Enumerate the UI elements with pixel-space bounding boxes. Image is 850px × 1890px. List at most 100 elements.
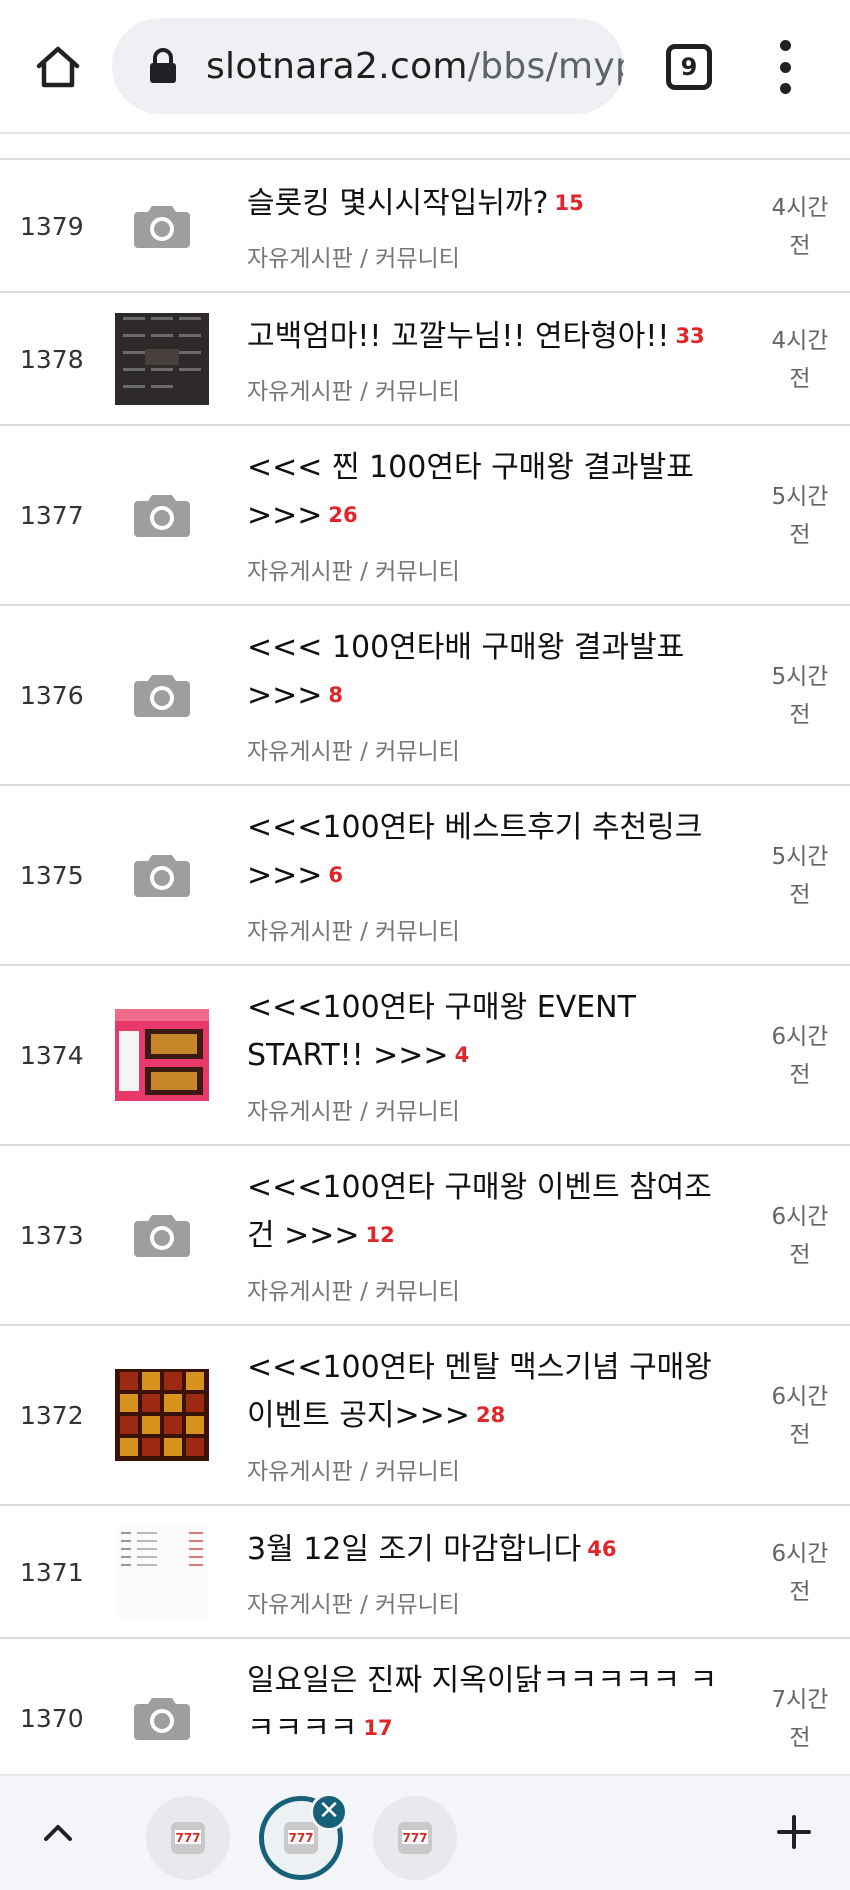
post-row[interactable]: 1371 3월 12일 조기 마감합니다 46 자유게시판 / 커뮤니티 6시간 전 [0, 1506, 850, 1639]
post-title: 고백엄마!! 꼬깔누님!! 연타형아!! [247, 319, 670, 354]
post-time-value: 5시간 [771, 484, 829, 510]
camera-icon [134, 1694, 190, 1744]
post-title-link[interactable]: <<< 100연타배 구매왕 결과발표 >>> 8 [247, 624, 737, 721]
post-row[interactable]: 1374 <<<100연타 구매왕 EVENT START!! >>> 4 자유게시판… [0, 966, 850, 1146]
post-number: 1371 [20, 1557, 84, 1587]
home-icon [36, 46, 80, 88]
post-title-link[interactable]: <<<100연타 구매왕 EVENT START!! >>> 4 [247, 984, 737, 1081]
menu-dot-icon [779, 40, 791, 51]
post-row[interactable]: 1378 고백엄마!! 꼬깔누님!! 연타형아!! 33 자유게시판 / 커뮤니티 4시… [0, 293, 850, 426]
tab-count: 9 [680, 53, 698, 81]
post-time-value: 7시간 [771, 1687, 829, 1713]
post-number: 1370 [20, 1704, 84, 1733]
comment-count: 17 [363, 1715, 393, 1740]
post-title-link[interactable]: 고백엄마!! 꼬깔누님!! 연타형아!! 33 [247, 313, 737, 362]
post-thumbnail[interactable] [115, 1369, 209, 1463]
post-number: 1377 [20, 501, 84, 530]
post-thumbnail[interactable] [115, 649, 209, 743]
post-row[interactable]: 1373 <<<100연타 구매왕 이벤트 참여조건 >>> 12 자유게시판 / 커… [0, 1146, 850, 1326]
tab-thumbnail-1[interactable]: 777 [146, 1796, 230, 1880]
camera-icon [134, 202, 190, 252]
post-time-suffix: 전 [789, 232, 811, 259]
post-row[interactable]: 1375 <<<100연타 베스트후기 추천링크 >>> 6 자유게시판 / 커뮤니티… [0, 786, 850, 966]
slot-machine-icon: 777 [171, 1822, 205, 1854]
post-title: 슬롯킹 몇시시작입뉘까? [247, 186, 549, 221]
post-title: <<<100연타 구매왕 이벤트 참여조건 >>> [247, 1170, 712, 1253]
expand-tabs-button[interactable] [36, 1810, 80, 1854]
post-number: 1379 [20, 211, 84, 241]
post-title: <<<100연타 구매왕 EVENT START!! >>> [247, 990, 636, 1073]
comment-count: 26 [328, 502, 358, 527]
post-category: 자유게시판 / 커뮤니티 [247, 246, 460, 272]
post-number: 1372 [20, 1401, 84, 1430]
post-title-link[interactable]: 3월 12일 조기 마감합니다 46 [247, 1526, 737, 1575]
slot-machine-icon: 777 [398, 1822, 432, 1854]
tab-switcher-button[interactable]: 9 [666, 44, 712, 90]
post-title-link[interactable]: <<<100연타 멘탈 맥스기념 구매왕 이벤트 공지>>> 28 [247, 1344, 737, 1441]
post-category: 자유게시판 / 커뮤니티 [247, 379, 460, 405]
post-thumbnail[interactable] [115, 829, 209, 923]
post-image [115, 1525, 209, 1620]
more-menu-button[interactable] [770, 40, 800, 94]
post-category: 자유게시판 / 커뮤니티 [247, 1279, 460, 1305]
post-time-value: 4시간 [771, 194, 829, 221]
svg-text:777: 777 [288, 1831, 313, 1845]
tab-thumbnail-2-active[interactable]: 777 ✕ [259, 1793, 348, 1880]
post-time-suffix: 전 [789, 1242, 811, 1268]
menu-dot-icon [779, 61, 791, 73]
post-time-suffix: 전 [789, 1578, 811, 1605]
post-time-suffix: 전 [789, 1422, 811, 1448]
camera-icon [134, 491, 190, 541]
post-title-link[interactable]: 슬롯킹 몇시시작입뉘까? 15 [247, 180, 737, 229]
close-tab-button[interactable]: ✕ [310, 1793, 348, 1831]
post-title-link[interactable]: <<<100연타 베스트후기 추천링크 >>> 6 [247, 804, 737, 901]
svg-text:777: 777 [175, 1831, 200, 1845]
comment-count: 33 [675, 323, 705, 348]
post-thumbnail[interactable] [115, 1672, 209, 1766]
chevron-up-icon [44, 1825, 72, 1841]
post-row[interactable]: 1372 <<<100연타 멘탈 맥스기념 구매왕 이벤트 공지>>> 28 자유게시… [0, 1326, 850, 1506]
post-title-link[interactable]: 일요일은 진짜 지옥이닭ㅋㅋㅋㅋㅋ ㅋㅋㅋㅋㅋ 17 [247, 1657, 737, 1754]
comment-count: 28 [475, 1402, 506, 1427]
post-row[interactable]: 1379 슬롯킹 몇시시작입뉘까? 15 자유게시판 / 커뮤니티 4시간전 [0, 160, 850, 293]
post-title-link[interactable]: <<<100연타 구매왕 이벤트 참여조건 >>> 12 [247, 1164, 737, 1261]
post-time-suffix: 전 [789, 702, 811, 728]
bottom-tab-bar: 777 777 ✕ 777 [0, 1774, 850, 1890]
post-time-suffix: 전 [789, 522, 811, 548]
comment-count: 4 [454, 1042, 470, 1067]
post-thumbnail[interactable] [115, 180, 209, 274]
comment-count: 12 [365, 1222, 395, 1247]
address-bar[interactable]: slotnara2.com/bbs/myp [112, 18, 624, 114]
post-image [115, 1369, 209, 1463]
post-thumbnail[interactable] [115, 1525, 209, 1620]
post-time: 5시간 전 [762, 658, 838, 734]
post-category: 자유게시판 / 커뮤니티 [247, 1459, 460, 1485]
post-time-value: 6시간 [771, 1540, 829, 1567]
list-top-divider [0, 134, 850, 160]
tab-thumbnail-3[interactable]: 777 [373, 1796, 457, 1880]
new-tab-button[interactable] [772, 1810, 816, 1854]
post-time: 5시간 전 [762, 838, 838, 914]
comment-count: 6 [328, 862, 344, 887]
post-thumbnail[interactable] [115, 312, 209, 407]
post-time: 4시간전 [762, 189, 838, 265]
post-category: 자유게시판 / 커뮤니티 [247, 919, 460, 945]
svg-text:777: 777 [402, 1831, 427, 1845]
post-time-value: 6시간 [771, 1204, 829, 1230]
post-time-value: 6시간 [771, 1384, 829, 1410]
post-time-suffix: 전 [789, 1725, 811, 1751]
post-number: 1376 [20, 681, 84, 710]
post-thumbnail[interactable] [115, 1189, 209, 1283]
home-button[interactable] [24, 36, 92, 98]
post-row[interactable]: 1377 <<< 찐 100연타 구매왕 결과발표 >>> 26 자유게시판 / 커뮤… [0, 426, 850, 606]
post-title-link[interactable]: <<< 찐 100연타 구매왕 결과발표 >>> 26 [247, 444, 737, 541]
post-number: 1374 [20, 1041, 84, 1070]
post-thumbnail[interactable] [115, 1009, 209, 1103]
url-path: /bbs/myp [467, 45, 624, 87]
post-category: 자유게시판 / 커뮤니티 [247, 739, 460, 765]
post-title: 3월 12일 조기 마감합니다 [247, 1532, 582, 1567]
post-time-suffix: 전 [789, 365, 811, 392]
post-thumbnail[interactable] [115, 469, 209, 563]
post-row[interactable]: 1376 <<< 100연타배 구매왕 결과발표 >>> 8 자유게시판 / 커뮤니티… [0, 606, 850, 786]
plus-icon [777, 1815, 811, 1849]
